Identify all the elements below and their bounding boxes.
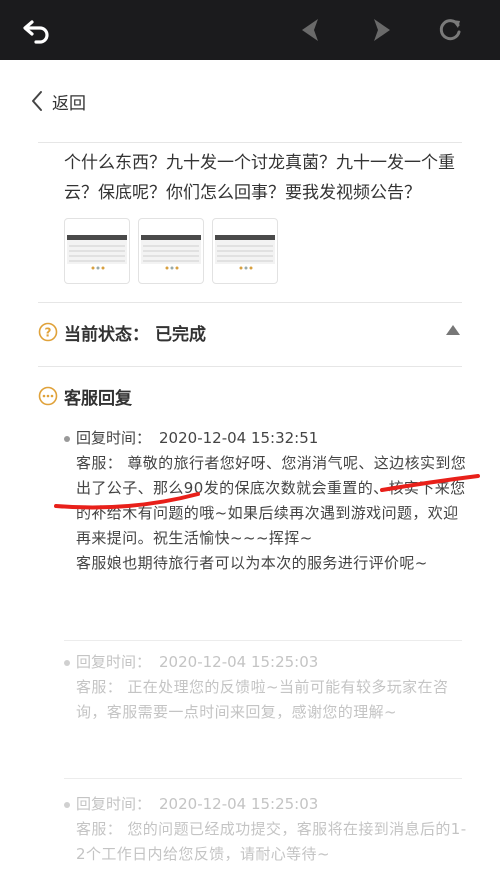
question-text: 个什么东西？九十发一个讨龙真菌？九十一发一个重云？保底呢？你们怎么回事？要我发视… [64, 153, 455, 203]
reply-time-label: 回复时间： [76, 429, 152, 447]
reply-item: 回复时间： 2020-12-04 15:25:03 客服： 正在处理您的反馈啦~… [64, 650, 469, 725]
reply-section-title: 客服回复 [64, 388, 132, 409]
reply-section-header: 客服回复 [38, 380, 132, 412]
status-value: 已完成 [155, 324, 206, 345]
reply-body-rating: 客服娘也期待旅行者可以为本次的服务进行评价呢~ [76, 554, 428, 572]
collapse-caret-icon[interactable] [446, 325, 460, 335]
refresh-icon[interactable] [434, 14, 466, 46]
divider [38, 302, 462, 303]
attachment-thumbnail[interactable] [212, 218, 278, 284]
attachment-thumbnail[interactable] [138, 218, 204, 284]
divider [38, 142, 462, 143]
divider [38, 366, 462, 367]
browser-toolbar [0, 0, 500, 60]
reply-item: 回复时间： 2020-12-04 15:32:51 客服： 尊敬的旅行者您好呀、… [64, 426, 469, 576]
reply-body: 客服： 尊敬的旅行者您好呀、您消消气呢、这边核实到您出了公子、那么90发的保底次… [76, 454, 467, 547]
forward-arrow-icon[interactable] [364, 14, 396, 46]
status-row: ? 当前状态： 已完成 [38, 316, 462, 348]
reply-time-label: 回复时间： [76, 795, 152, 813]
reply-time: 2020-12-04 15:25:03 [159, 653, 319, 671]
status-label: 当前状态： [64, 324, 149, 345]
divider [64, 640, 462, 641]
reply-body: 客服： 正在处理您的反馈啦~当前可能有较多玩家在咨询，客服需要一点时间来回复，感… [76, 678, 449, 721]
undo-icon[interactable] [22, 14, 54, 46]
reply-time: 2020-12-04 15:32:51 [159, 429, 319, 447]
help-circle-icon: ? [38, 322, 58, 342]
attachment-thumbnails [64, 218, 278, 284]
reply-time-label: 回复时间： [76, 653, 152, 671]
bullet-dot [64, 801, 70, 808]
reply-item: 回复时间： 2020-12-04 15:25:03 客服： 您的问题已经成功提交… [64, 792, 469, 867]
bullet-dot [64, 659, 70, 666]
bullet-dot [64, 435, 70, 442]
chevron-left-icon [32, 91, 42, 111]
attachment-thumbnail[interactable] [64, 218, 130, 284]
back-button[interactable]: 返回 [30, 88, 86, 114]
svg-text:?: ? [45, 326, 52, 340]
divider [64, 778, 462, 779]
back-arrow-icon[interactable] [296, 14, 328, 46]
reply-time: 2020-12-04 15:25:03 [159, 795, 319, 813]
ellipsis-circle-icon [38, 386, 58, 406]
reply-body: 客服： 您的问题已经成功提交，客服将在接到消息后的1-2个工作日内给您反馈，请耐… [76, 820, 467, 863]
back-label: 返回 [52, 93, 86, 114]
